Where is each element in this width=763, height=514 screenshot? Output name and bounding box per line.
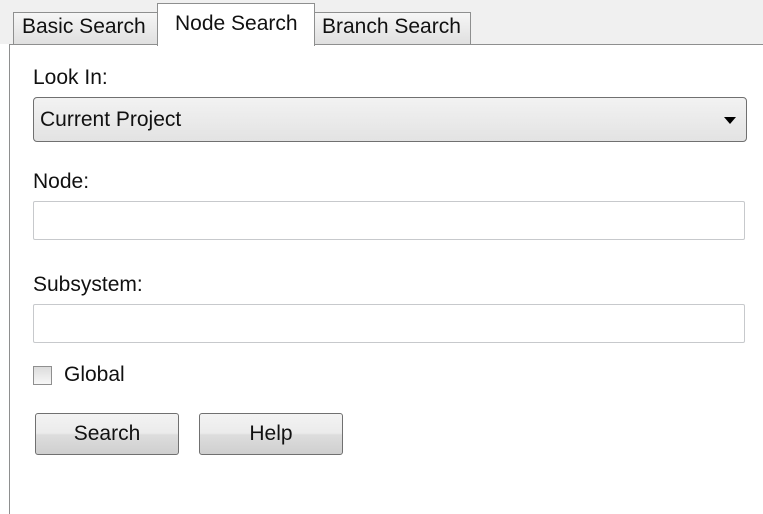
tab-basic-search[interactable]: Basic Search bbox=[13, 12, 158, 44]
look-in-dropdown[interactable]: Current Project bbox=[33, 97, 747, 142]
search-button[interactable]: Search bbox=[35, 413, 179, 455]
subsystem-label: Subsystem: bbox=[33, 273, 143, 296]
look-in-selected-value: Current Project bbox=[40, 108, 182, 131]
node-label: Node: bbox=[33, 170, 90, 193]
help-button[interactable]: Help bbox=[199, 413, 343, 455]
node-input[interactable] bbox=[33, 201, 745, 240]
tab-node-search[interactable]: Node Search bbox=[157, 3, 315, 46]
subsystem-input[interactable] bbox=[33, 304, 745, 343]
look-in-label: Look In: bbox=[33, 66, 108, 89]
global-checkbox[interactable] bbox=[33, 366, 52, 385]
global-label[interactable]: Global bbox=[64, 363, 125, 387]
tab-branch-search[interactable]: Branch Search bbox=[313, 12, 471, 44]
tab-strip: Basic Search Node Search Branch Search bbox=[0, 0, 763, 46]
dropdown-arrow-icon[interactable] bbox=[724, 117, 736, 124]
